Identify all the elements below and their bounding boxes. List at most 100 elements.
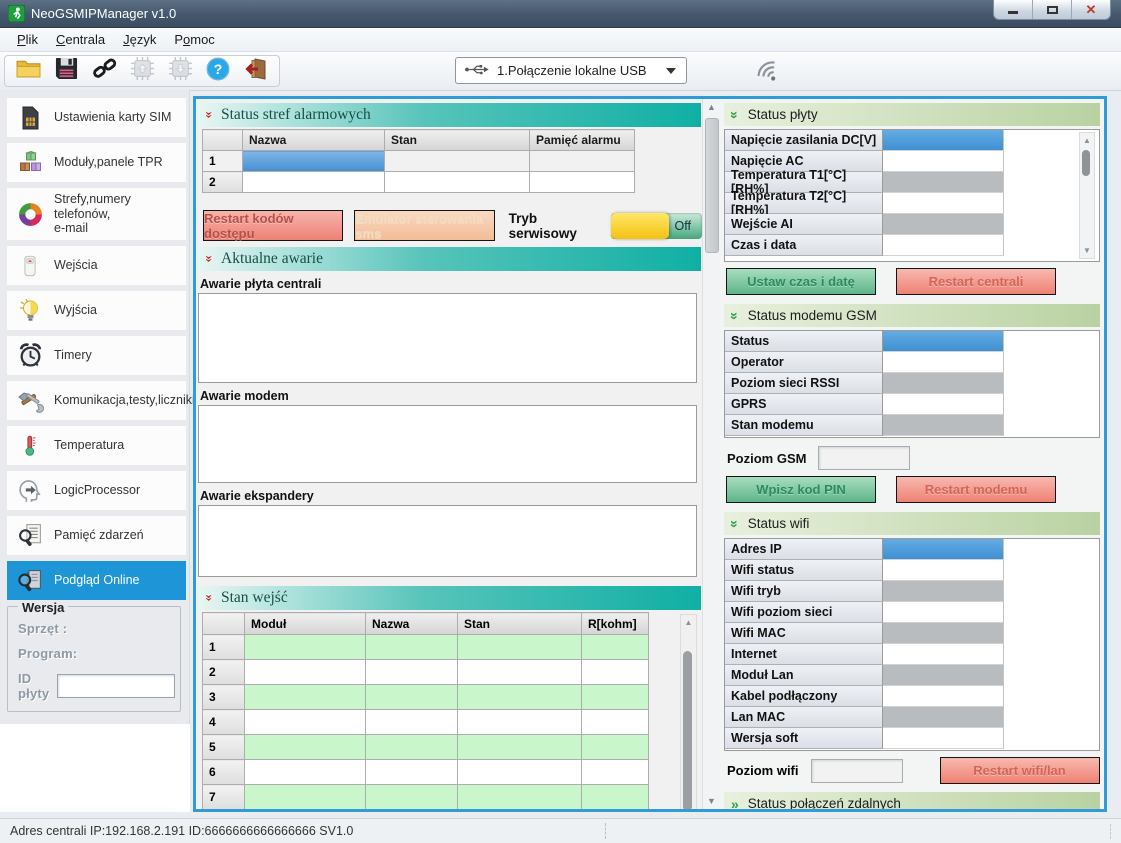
section-header-wifi-status[interactable]: » Status wifi	[724, 512, 1100, 535]
table-row[interactable]: 1	[203, 151, 635, 172]
sidebar-item-wejścia[interactable]: Wejścia	[7, 246, 186, 285]
firmware-upload-button	[129, 58, 155, 84]
sidebar-item-temperatura[interactable]: Temperatura	[7, 426, 186, 465]
table-row[interactable]: 6	[203, 760, 649, 785]
connection-dropdown[interactable]: 1.Połączenie lokalne USB	[455, 57, 687, 84]
sidebar-item-ustawienia[interactable]: Ustawienia karty SIM	[7, 98, 186, 137]
maximize-button[interactable]	[1032, 0, 1071, 19]
restart-panel-button[interactable]: Restart centrali	[896, 268, 1056, 295]
menu-item-pomoc[interactable]: Pomoc	[165, 29, 223, 50]
table-row[interactable]: 3	[203, 685, 649, 710]
connect-button[interactable]	[91, 58, 117, 84]
restart-wifi-button[interactable]: Restart wifi/lan	[940, 757, 1100, 784]
board-table-scrollbar[interactable]: ▲ ▼	[1079, 132, 1095, 259]
board-id-input[interactable]	[57, 674, 175, 698]
section-header-alarm-zones[interactable]: » Status stref alarmowych	[197, 103, 701, 127]
sidebar-item-label: Moduły,panele TPR	[54, 155, 163, 169]
status-label-cell: Kabel podłączony	[725, 686, 883, 707]
table-cell	[458, 735, 582, 760]
exit-button[interactable]	[243, 58, 269, 84]
scroll-down-arrow[interactable]: ▼	[1080, 243, 1094, 258]
gsm-level-label: Poziom GSM	[727, 451, 806, 466]
main-content: » Status stref alarmowych NazwaStanPamię…	[193, 96, 1107, 812]
section-title: Status modemu GSM	[748, 308, 877, 323]
title-bar: NeoGSMIPManager v1.0 ✕	[0, 0, 1121, 28]
table-cell	[243, 172, 385, 193]
collapse-chevron-icon: »	[728, 111, 742, 119]
sidebar-item-komunikacja[interactable]: Komunikacja,testy,liczniki	[7, 381, 186, 420]
table-cell	[366, 660, 458, 685]
center-panel-scrollbar[interactable]: ▲ ▼	[702, 99, 720, 809]
usb-icon	[464, 63, 490, 79]
section-header-gsm-status[interactable]: » Status modemu GSM	[724, 304, 1100, 327]
status-bar: Adres centrali IP:192.168.2.191 ID:66666…	[0, 818, 1121, 843]
table-row[interactable]: 2	[203, 660, 649, 685]
scroll-up-arrow[interactable]: ▲	[1080, 133, 1094, 148]
board-status-table: Napięcie zasilania DC[V]Napięcie ACTempe…	[724, 129, 1100, 262]
table-cell	[582, 635, 649, 660]
status-label-cell: Wifi status	[725, 560, 883, 581]
open-file-button[interactable]	[15, 58, 41, 84]
alarm-zones-table: NazwaStanPamięć alarmu12	[202, 129, 635, 193]
resize-grip[interactable]	[1110, 824, 1117, 839]
table-row[interactable]: 4	[203, 710, 649, 735]
column-header: Pamięć alarmu	[530, 130, 635, 151]
enter-pin-button[interactable]: Wpisz kod PIN	[726, 476, 876, 503]
status-value-cell	[883, 728, 1004, 749]
table-cell	[582, 760, 649, 785]
table-row[interactable]: 2	[203, 172, 635, 193]
scroll-thumb[interactable]	[683, 651, 692, 809]
sidebar-item-logicprocessor[interactable]: LogicProcessor	[7, 471, 186, 510]
section-header-inputs-state[interactable]: » Stan wejść	[197, 586, 701, 610]
scroll-up-arrow[interactable]: ▲	[681, 615, 696, 630]
sidebar-item-strefy[interactable]: Strefy,numery telefonów,e-mail	[7, 188, 186, 240]
sidebar-item-label: Wyjścia	[54, 303, 97, 317]
menu-item-plik[interactable]: Plik	[8, 29, 47, 50]
status-value-cell	[883, 172, 1004, 193]
inputs-table-scrollbar[interactable]: ▲	[680, 614, 697, 809]
sidebar-item-podgląd[interactable]: Podgląd Online	[7, 561, 186, 600]
fault-group-label: Awarie modem	[196, 386, 702, 405]
table-row[interactable]: 1	[203, 635, 649, 660]
set-time-button[interactable]: Ustaw czas i datę	[726, 268, 876, 295]
sidebar-item-moduły[interactable]: Moduły,panele TPR	[7, 143, 186, 182]
fault-list-box	[198, 293, 697, 383]
gsm-level-input[interactable]	[818, 446, 910, 470]
table-header-row: ModułNazwaStanR[kohm]	[203, 613, 649, 635]
table-cell	[530, 172, 635, 193]
window-controls: ✕	[993, 0, 1111, 20]
help-button[interactable]: ?	[205, 58, 231, 84]
menu-item-centrala[interactable]: Centrala	[47, 29, 114, 50]
section-header-remote-status[interactable]: » Status połączeń zdalnych	[724, 792, 1100, 809]
table-cell	[245, 635, 366, 660]
section-header-board-status[interactable]: » Status płyty	[724, 103, 1100, 126]
input-sensor-icon	[16, 252, 44, 280]
table-row[interactable]: 7	[203, 785, 649, 810]
scroll-thumb[interactable]	[1082, 150, 1090, 176]
save-button[interactable]	[53, 58, 79, 84]
row-number-cell: 1	[203, 635, 245, 660]
sidebar-item-pamięć[interactable]: Pamięć zdarzeń	[7, 516, 186, 555]
scroll-up-arrow[interactable]: ▲	[703, 99, 720, 115]
version-group-box: Wersja Sprzęt : Program: ID płyty	[7, 606, 181, 712]
restart-access-codes-button[interactable]: Restart kodów dostępu	[203, 210, 343, 241]
table-corner-cell	[203, 613, 245, 635]
restart-modem-button[interactable]: Restart modemu	[896, 476, 1056, 503]
wifi-level-label: Poziom wifi	[727, 763, 799, 778]
sidebar-item-wyjścia[interactable]: Wyjścia	[7, 291, 186, 330]
status-row: Lan MAC	[725, 707, 1099, 728]
menu-item-język[interactable]: Język	[114, 29, 165, 50]
table-row[interactable]: 5	[203, 735, 649, 760]
sidebar-item-timery[interactable]: Timery	[7, 336, 186, 375]
sms-emulator-button[interactable]: Emulator sterowania sms	[354, 210, 494, 241]
service-mode-toggle[interactable]: Off	[611, 213, 702, 239]
table-cell	[385, 151, 530, 172]
minimize-icon	[1008, 11, 1018, 14]
minimize-button[interactable]	[994, 0, 1032, 19]
scroll-down-arrow[interactable]: ▼	[703, 793, 720, 809]
scroll-thumb[interactable]	[705, 118, 719, 253]
status-value-cell	[883, 686, 1004, 707]
section-header-current-faults[interactable]: » Aktualne awarie	[197, 247, 701, 271]
close-button[interactable]: ✕	[1071, 0, 1110, 19]
wifi-level-input[interactable]	[811, 759, 903, 783]
